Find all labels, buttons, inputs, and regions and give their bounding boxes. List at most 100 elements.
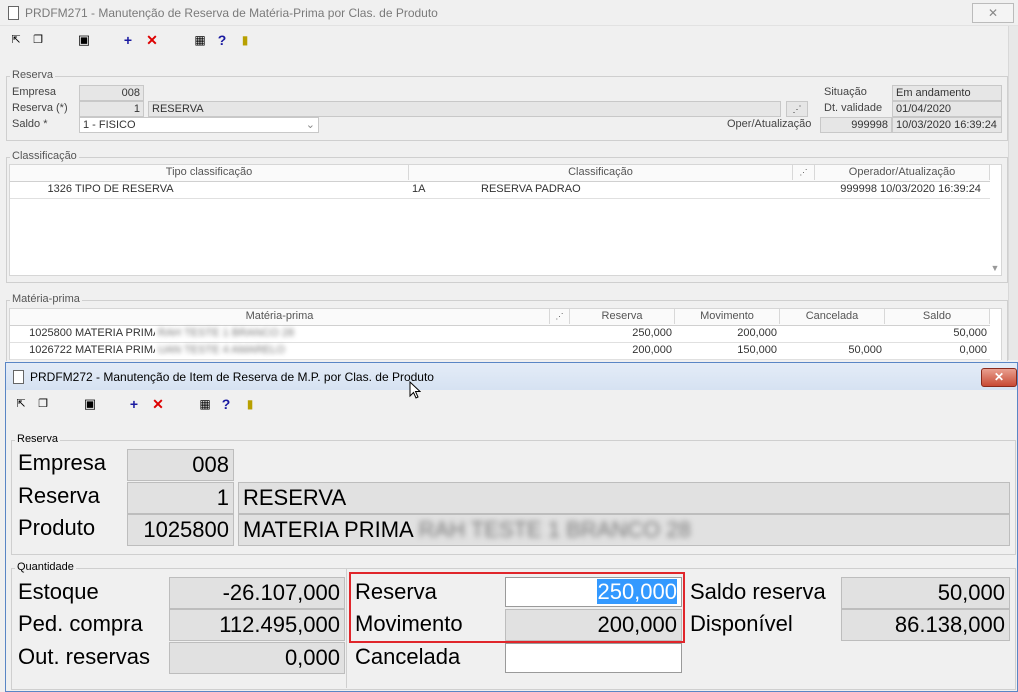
cancelada-label: Cancelada (355, 644, 461, 669)
exit-icon[interactable]: ⇱ (6, 30, 26, 50)
col-materia-prima[interactable]: Matéria-prima (10, 309, 550, 324)
calendar-icon[interactable]: ▦ (190, 30, 210, 50)
add-icon[interactable]: + (118, 30, 138, 50)
add-icon[interactable]: + (124, 394, 144, 414)
exit-icon[interactable]: ⇱ (11, 394, 31, 414)
saldo-select[interactable]: 1 - FISICO ⌄ (79, 117, 319, 133)
window2-close-button[interactable]: ✕ (981, 368, 1017, 387)
cell-class-code: 1A (412, 183, 426, 195)
produto-code-field[interactable]: 1025800 (127, 514, 234, 546)
copy-icon[interactable]: ❐ (33, 394, 53, 414)
col-movimento[interactable]: Movimento (675, 309, 780, 324)
table-row[interactable]: 1326 TIPO DE RESERVA 1A RESERVA PADRAO 9… (10, 181, 990, 199)
col-saldo[interactable]: Saldo (885, 309, 990, 324)
col-tipo-classificacao[interactable]: Tipo classificação (10, 165, 409, 180)
reserva-desc-field[interactable]: RESERVA (238, 482, 1010, 514)
materia-prima-grid-header: Matéria-prima ⋰ Reserva Movimento Cancel… (10, 309, 990, 326)
document-icon (8, 6, 19, 20)
cell-mp-desc-redacted: UAN TESTE 4 AMARELO (158, 344, 285, 356)
col-reserva[interactable]: Reserva (570, 309, 675, 324)
cell-mp-saldo: 0,000 (959, 344, 987, 356)
cell-mp-movimento: 200,000 (737, 327, 777, 339)
col-cancelada[interactable]: Cancelada (780, 309, 885, 324)
materia-prima-grid[interactable]: Matéria-prima ⋰ Reserva Movimento Cancel… (9, 308, 1002, 360)
door-icon[interactable]: ▮ (240, 394, 260, 414)
empresa-label: Empresa (18, 450, 107, 475)
window2-titlebar: PRDFM272 - Manutenção de Item de Reserva… (6, 363, 1017, 390)
cell-mp-desc: MATERIA PRIMA (75, 327, 155, 339)
cell-oper: 999998 (840, 183, 877, 195)
scroll-down-icon[interactable]: ▼ (988, 261, 1002, 275)
saldo-reserva-label: Saldo reserva (690, 579, 826, 604)
chevron-down-icon: ⌄ (305, 119, 315, 131)
col-classificacao[interactable]: Classificação (409, 165, 793, 180)
produto-desc-field[interactable]: MATERIA PRIMA RAH TESTE 1 BRANCO 28 (238, 514, 1010, 546)
column-divider (346, 568, 347, 688)
col-operador-atualizacao[interactable]: Operador/Atualização (815, 165, 990, 180)
delete-icon[interactable]: ✕ (142, 30, 162, 50)
estoque-field[interactable]: -26.107,000 (169, 577, 345, 609)
saldo-label: Saldo * (12, 118, 48, 130)
mouse-cursor-icon (409, 381, 421, 399)
classificacao-grid-header: Tipo classificação Classificação ⋰ Opera… (10, 165, 990, 182)
reserva-group-label: Reserva (10, 69, 55, 81)
cell-mp-code: 1025800 (29, 327, 72, 339)
produto-desc-redacted: RAH TESTE 1 BRANCO 28 (418, 517, 691, 542)
reserva-desc-field[interactable]: RESERVA (148, 101, 781, 117)
situacao-field[interactable]: Em andamento (892, 85, 1002, 101)
classificacao-grid[interactable]: Tipo classificação Classificação ⋰ Opera… (9, 164, 1002, 276)
document-icon (13, 370, 24, 384)
window-prdfm272: PRDFM272 - Manutenção de Item de Reserva… (5, 362, 1018, 692)
oper-user-field[interactable]: 999998 (820, 117, 892, 133)
estoque-label: Estoque (18, 579, 99, 604)
calendar-icon[interactable]: ▦ (195, 394, 215, 414)
situacao-label: Situação (824, 86, 867, 98)
cell-mp-reserva: 200,000 (632, 344, 672, 356)
col-lookup-icon-2[interactable]: ⋰ (550, 309, 570, 324)
window1-title: PRDFM271 - Manutenção de Reserva de Maté… (25, 6, 438, 20)
materia-prima-group-label: Matéria-prima (10, 293, 82, 305)
dt-validade-field[interactable]: 01/04/2020 (892, 101, 1002, 117)
cell-mp-reserva: 250,000 (632, 327, 672, 339)
empresa-label: Empresa (12, 86, 57, 98)
reserva-code-field[interactable]: 1 (79, 101, 144, 117)
window1-close-button[interactable]: ✕ (972, 3, 1014, 23)
reserva-group-label: Reserva (15, 433, 60, 445)
classificacao-group-label: Classificação (10, 150, 79, 162)
cell-mp-code: 1026722 (29, 344, 72, 356)
saldo-reserva-field[interactable]: 50,000 (841, 577, 1010, 609)
ped-compra-field[interactable]: 112.495,000 (169, 609, 345, 641)
window2-title: PRDFM272 - Manutenção de Item de Reserva… (30, 370, 434, 384)
cancelada-input[interactable] (505, 643, 682, 673)
cell-tipo-code: 1326 (47, 183, 72, 195)
saldo-select-value: 1 - FISICO (83, 119, 136, 131)
delete-icon[interactable]: ✕ (148, 394, 168, 414)
table-row[interactable]: 1025800 MATERIA PRIMA RAH TESTE 1 BRANCO… (10, 325, 990, 343)
cell-tipo-desc: TIPO DE RESERVA (75, 183, 174, 195)
help-icon[interactable]: ? (212, 30, 232, 50)
save-icon[interactable]: ▣ (74, 30, 94, 50)
save-icon[interactable]: ▣ (80, 394, 100, 414)
out-reservas-field[interactable]: 0,000 (169, 642, 345, 674)
produto-desc-text: MATERIA PRIMA (243, 517, 413, 542)
copy-icon[interactable]: ❐ (28, 30, 48, 50)
disponivel-label: Disponível (690, 611, 793, 636)
quantidade-group-label: Quantidade (15, 561, 76, 573)
help-icon[interactable]: ? (216, 394, 236, 414)
col-lookup-icon[interactable]: ⋰ (793, 165, 815, 180)
disponivel-field[interactable]: 86.138,000 (841, 609, 1010, 641)
cell-mp-cancelada: 50,000 (848, 344, 882, 356)
reserva-code-field[interactable]: 1 (127, 482, 234, 514)
cell-mp-movimento: 150,000 (737, 344, 777, 356)
dt-validade-label: Dt. validade (824, 102, 883, 114)
empresa-field[interactable]: 008 (79, 85, 144, 101)
highlight-box (349, 572, 685, 643)
oper-datetime-field[interactable]: 10/03/2020 16:39:24 (892, 117, 1002, 133)
lookup-button[interactable]: ⋰ (786, 101, 808, 117)
table-row[interactable]: 1026722 MATERIA PRIMA UAN TESTE 4 AMAREL… (10, 342, 990, 360)
window1-scrollbar[interactable] (1008, 26, 1018, 360)
empresa-field[interactable]: 008 (127, 449, 234, 481)
cell-datetime: 10/03/2020 16:39:24 (880, 183, 981, 195)
door-icon[interactable]: ▮ (235, 30, 255, 50)
cell-class-desc: RESERVA PADRAO (481, 183, 581, 195)
